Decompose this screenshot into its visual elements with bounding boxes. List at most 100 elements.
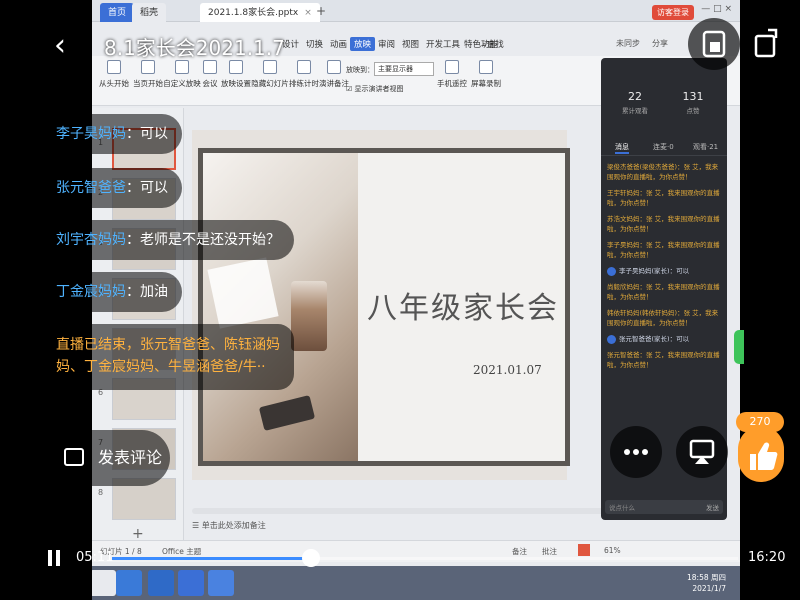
slide-date: 2021.01.07 [473, 363, 542, 377]
live-input[interactable]: 说点什么 发送 [605, 500, 723, 514]
like-button[interactable] [738, 426, 784, 482]
new-tab-icon[interactable]: + [316, 4, 326, 18]
more-icon [624, 449, 648, 455]
video-player[interactable]: 首页 稻壳 2021.1.8家长会.pptx × + 访客登录 — □ × 设计 … [0, 0, 800, 600]
like-count: 270 [736, 412, 784, 432]
comment-user: 丁金宸妈妈 [56, 284, 126, 300]
phone-remote-label: 手机遥控 [437, 79, 467, 88]
slide-title: 八年级家长会 [367, 291, 559, 326]
comment-bubble: 张元智爸爸：可以 [48, 168, 182, 208]
tab-viewers[interactable]: 观看·21 [693, 142, 718, 152]
send-button[interactable]: 发送 [706, 502, 719, 512]
comment-bubble: 丁金宸妈妈：加油 [48, 272, 182, 312]
tab-docer[interactable]: 稻壳 [132, 3, 167, 22]
live-message: 李子昊妈妈：张 艾，我来围观你的直播啦，为你点赞！ [607, 241, 720, 259]
post-comment-button[interactable]: 发表评论 [52, 430, 170, 486]
slide-photo [203, 153, 358, 461]
comment-bubble: 李子昊妈妈：可以 [48, 114, 182, 154]
duration: 16:20 [748, 550, 786, 565]
window-controls[interactable]: — □ × [701, 4, 732, 14]
comment-text: ：老师是不是还没开始？ [126, 232, 280, 248]
tab-messages[interactable]: 消息 [615, 142, 629, 154]
screen-record-label: 屏幕录制 [471, 79, 501, 88]
views-label: 累计观看 [622, 107, 648, 115]
notes-placeholder-text: 单击此处添加备注 [201, 521, 266, 530]
back-button[interactable]: ‹ [54, 28, 66, 63]
side-tab[interactable] [734, 330, 744, 364]
notes-placeholder[interactable]: ☰ 单击此处添加备注 [192, 520, 642, 536]
cast-icon [689, 439, 715, 464]
rotate-icon [754, 28, 778, 58]
menu-view[interactable]: 视图 [402, 38, 419, 50]
presenter-view-label: 显示演讲者视图 [354, 85, 404, 93]
display-select[interactable]: 主要显示器 [374, 62, 434, 76]
comment-icon [64, 448, 84, 466]
share-button[interactable]: 分享 [652, 38, 668, 49]
screen-record-button[interactable]: 屏幕录制 [466, 60, 506, 89]
tab-home[interactable]: 首页 [100, 3, 135, 22]
menu-review[interactable]: 审阅 [378, 38, 395, 50]
live-message: 王宇轩妈妈：张 艾，我来围观你的直播啦，为你点赞！ [607, 189, 720, 207]
comment-text: ：可以 [126, 126, 168, 142]
coffee-cup-image [291, 281, 327, 351]
live-message: 尚毅欣妈妈：张 艾，我来围观你的直播啦，为你点赞！ [607, 283, 720, 301]
live-stats: 22 累计观看 131 点赞 [601, 80, 727, 126]
live-message: 张元智爸爸：张 艾，我来围观你的直播啦，为你点赞！ [607, 351, 720, 369]
record-icon [479, 60, 493, 74]
show-settings-label: 放映设置 [221, 79, 251, 88]
live-message: 梁俊杰爸爸(梁俊杰爸爸)：张 艾，我来围观你的直播啦，为你点赞！ [607, 163, 719, 181]
menu-slideshow[interactable]: 放映 [350, 37, 376, 51]
timer-icon [297, 60, 311, 74]
horizontal-scrollbar[interactable] [192, 508, 632, 514]
display-to-label: 放映到： [346, 66, 374, 74]
search-label: 查找 [486, 40, 504, 50]
live-message: 张元智爸爸(家长)：可以 [607, 334, 723, 344]
sync-status[interactable]: 未同步 [616, 38, 640, 49]
pause-button[interactable] [48, 550, 64, 570]
stat-likes: 131 点赞 [663, 90, 723, 115]
checkbox-icon: ☑ [346, 85, 353, 93]
notes-icon [327, 60, 341, 74]
live-message: 李子昊妈妈(家长)：可以 [607, 266, 723, 276]
avatar [607, 266, 616, 276]
video-title: 8.1家长会2021.1.7 [104, 36, 285, 60]
play-icon [107, 60, 121, 74]
menu-transition[interactable]: 切换 [306, 38, 323, 50]
views-count: 22 [628, 90, 642, 103]
tab-mic[interactable]: 连麦·0 [653, 142, 674, 152]
close-icon[interactable]: × [304, 8, 312, 18]
live-messages: 梁俊杰爸爸(梁俊杰爸爸)：张 艾，我来围观你的直播啦，为你点赞！ 王宇轩妈妈：张… [607, 162, 723, 376]
hide-slide-icon [263, 60, 277, 74]
tab-presentation[interactable]: 2021.1.8家长会.pptx × [200, 3, 320, 22]
settings-icon [229, 60, 243, 74]
comment-user: 李子昊妈妈 [56, 126, 126, 142]
search-menu[interactable]: ⌕查找 [482, 38, 504, 50]
more-button[interactable] [610, 426, 662, 478]
book-image [207, 257, 279, 329]
live-message-text: 张元智爸爸(家长)：可以 [619, 335, 690, 343]
video-frame: 首页 稻壳 2021.1.8家长会.pptx × + 访客登录 — □ × 设计 … [92, 0, 740, 600]
clock-date: 2021/1/7 [692, 584, 726, 593]
custom-show-icon [175, 60, 189, 74]
play-current-icon [141, 60, 155, 74]
progress-handle[interactable] [302, 549, 321, 567]
comment-bubble: 刘宇杏妈妈：老师是不是还没开始？ [48, 220, 294, 260]
system-notice-line: 妈、丁金宸妈妈、牛昱涵爸爸/牛·· [56, 359, 266, 375]
avatar [607, 334, 616, 344]
pip-button[interactable] [688, 18, 740, 70]
menu-animation[interactable]: 动画 [330, 38, 347, 50]
rotate-button[interactable] [740, 18, 792, 70]
current-time: 05:11 [76, 550, 114, 565]
presenter-view-checkbox[interactable]: ☑ 显示演讲者视图 [346, 84, 404, 94]
menu-developer[interactable]: 开发工具 [426, 38, 460, 50]
phone-icon [445, 60, 459, 74]
cast-button[interactable] [676, 426, 728, 478]
start-from-beginning-label: 从头开始 [99, 79, 129, 88]
start-current-label: 当页开始 [133, 79, 163, 88]
live-message: 苏浩文妈妈：张 艾，我来围观你的直播啦，为你点赞！ [607, 215, 720, 233]
tab-presentation-label: 2021.1.8家长会.pptx [208, 8, 299, 18]
current-slide[interactable]: 八年级家长会 2021.01.07 [198, 148, 570, 466]
comment-text: ：加油 [126, 284, 168, 300]
progress-track[interactable] [112, 549, 738, 567]
comment-user: 张元智爸爸 [56, 180, 126, 196]
